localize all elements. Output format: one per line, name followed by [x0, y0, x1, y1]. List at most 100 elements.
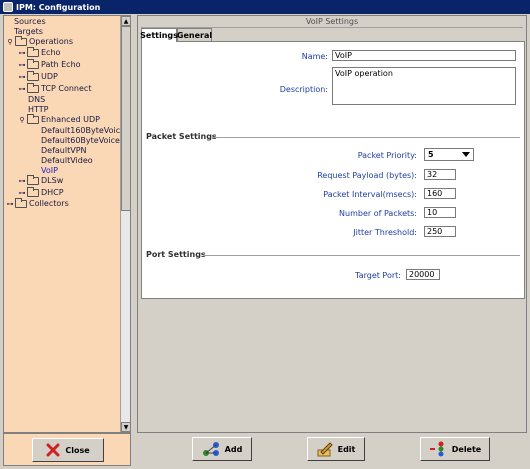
app-icon [3, 2, 13, 12]
tree-item-collectors[interactable]: ⊶ Collectors [6, 197, 69, 209]
number-of-packets-value: 10 [427, 208, 438, 217]
description-label: Description: [279, 85, 328, 94]
collapsed-toggle-icon[interactable]: ⊶ [18, 85, 26, 93]
request-payload-label: Request Payload (bytes): [317, 171, 417, 180]
tree-item-label: DLSw [41, 176, 64, 185]
folder-icon [15, 197, 27, 208]
request-payload-field[interactable]: 32 [424, 169, 456, 180]
tab-settings[interactable]: Settings [140, 28, 178, 42]
tree-item-label: Enhanced UDP [41, 115, 100, 124]
folder-icon [27, 174, 39, 185]
tree-item-label: DHCP [41, 188, 64, 197]
title-bar: IPM: Configuration [0, 0, 530, 14]
edit-button[interactable]: Edit [307, 437, 365, 461]
folder-icon [27, 186, 39, 197]
tree-item-path-echo[interactable]: ⊶ Path Echo [18, 58, 81, 70]
port-settings-divider [204, 255, 520, 256]
jitter-threshold-label: Jitter Threshold: [353, 228, 417, 237]
add-node-icon [202, 441, 220, 457]
tree-item-label: UDP [41, 72, 58, 81]
packet-priority-select[interactable]: 5 [424, 148, 474, 161]
tree-item-label: Echo [41, 48, 61, 57]
packet-interval-label: Packet Interval(msecs): [323, 190, 417, 199]
dropdown-arrow-icon [462, 152, 470, 157]
tree-item-label: TCP Connect [41, 84, 92, 93]
edit-pencil-icon [317, 441, 333, 457]
expanded-toggle-icon[interactable]: ⚲ [6, 38, 14, 46]
panel-empty-area [141, 299, 525, 432]
add-button-label: Add [224, 444, 243, 454]
tree-item-dhcp[interactable]: ⊶ DHCP [18, 186, 64, 198]
collapsed-toggle-icon[interactable]: ⊶ [18, 177, 26, 185]
tab-label: Settings [140, 31, 178, 40]
delete-button[interactable]: Delete [420, 437, 490, 461]
tree-item-label: Default60ByteVoice [41, 136, 120, 145]
target-port-value: 20000 [409, 270, 435, 279]
scroll-thumb[interactable] [121, 26, 130, 211]
name-value: VoIP [335, 51, 352, 60]
expanded-toggle-icon[interactable]: ⚲ [18, 116, 26, 124]
add-button[interactable]: Add [192, 437, 252, 461]
settings-tab-body: Name: VoIP Description: VoIP operation P… [141, 41, 525, 299]
packet-interval-field[interactable]: 160 [424, 188, 456, 199]
folder-icon [27, 58, 39, 69]
tree-item-operations[interactable]: ⚲ Operations [6, 35, 73, 47]
number-of-packets-field[interactable]: 10 [424, 207, 456, 218]
edit-button-label: Edit [337, 444, 356, 454]
tab-label: General [176, 30, 213, 40]
tree-item-label: Operations [29, 37, 73, 46]
port-settings-title: Port Settings [146, 250, 206, 259]
delete-button-label: Delete [451, 444, 482, 454]
tab-general[interactable]: General [177, 28, 212, 41]
tree-item-enhanced-udp[interactable]: ⚲ Enhanced UDP [18, 113, 100, 125]
packet-settings-title: Packet Settings [146, 132, 217, 141]
tree-item-label: Path Echo [41, 60, 81, 69]
tree-item-label: DefaultVPN [41, 146, 87, 155]
tree-item-udp[interactable]: ⊶ UDP [18, 70, 58, 82]
packet-priority-value: 5 [428, 150, 434, 159]
left-button-bar: Close [3, 433, 131, 466]
collapsed-toggle-icon[interactable]: ⊶ [6, 200, 14, 208]
packet-interval-value: 160 [427, 189, 443, 198]
tree-item-echo[interactable]: ⊶ Echo [18, 46, 61, 58]
description-field[interactable]: VoIP operation [332, 67, 516, 105]
name-field[interactable]: VoIP [332, 50, 516, 61]
tree-item-tcp-connect[interactable]: ⊶ TCP Connect [18, 82, 92, 94]
tree-item-dlsw[interactable]: ⊶ DLSw [18, 174, 64, 186]
folder-icon [27, 46, 39, 57]
tree-item-label: Collectors [29, 199, 69, 208]
request-payload-value: 32 [427, 170, 438, 179]
packet-settings-divider [212, 137, 520, 138]
scroll-down-arrow-icon[interactable]: ▼ [121, 422, 130, 432]
action-bar: Add Edit Delete [137, 433, 527, 466]
collapsed-toggle-icon[interactable]: ⊶ [18, 49, 26, 57]
tree-item-label: DefaultVideo [41, 156, 93, 165]
jitter-threshold-value: 250 [427, 227, 443, 236]
folder-icon [27, 82, 39, 93]
tree-item-label: DNS [28, 95, 46, 104]
target-port-field[interactable]: 20000 [406, 269, 440, 280]
tree-scrollbar[interactable]: ▲ ▼ [120, 16, 130, 432]
jitter-threshold-field[interactable]: 250 [424, 226, 456, 237]
collapsed-toggle-icon[interactable]: ⊶ [18, 61, 26, 69]
number-of-packets-label: Number of Packets: [339, 209, 417, 218]
name-label: Name: [301, 52, 328, 61]
tree-panel: Sources Targets ⚲ Operations ⊶ Echo ⊶ Pa… [3, 15, 131, 433]
collapsed-toggle-icon[interactable]: ⊶ [18, 189, 26, 197]
collapsed-toggle-icon[interactable]: ⊶ [18, 73, 26, 81]
target-port-label: Target Port: [355, 271, 401, 280]
description-value: VoIP operation [335, 69, 393, 78]
close-x-icon [46, 443, 60, 457]
packet-priority-label: Packet Priority: [357, 151, 417, 160]
panel-title: VoIP Settings [305, 17, 359, 26]
folder-icon [27, 70, 39, 81]
close-button-label: Close [65, 445, 90, 455]
tree-item-label: Default160ByteVoice [41, 126, 126, 135]
folder-icon [15, 35, 27, 46]
folder-icon [27, 113, 39, 124]
tree-item-label: Sources [14, 17, 46, 26]
window-title: IPM: Configuration [16, 2, 101, 12]
scroll-up-arrow-icon[interactable]: ▲ [121, 16, 130, 26]
tree-item-label: VoIP [41, 166, 58, 175]
close-button[interactable]: Close [32, 438, 104, 462]
